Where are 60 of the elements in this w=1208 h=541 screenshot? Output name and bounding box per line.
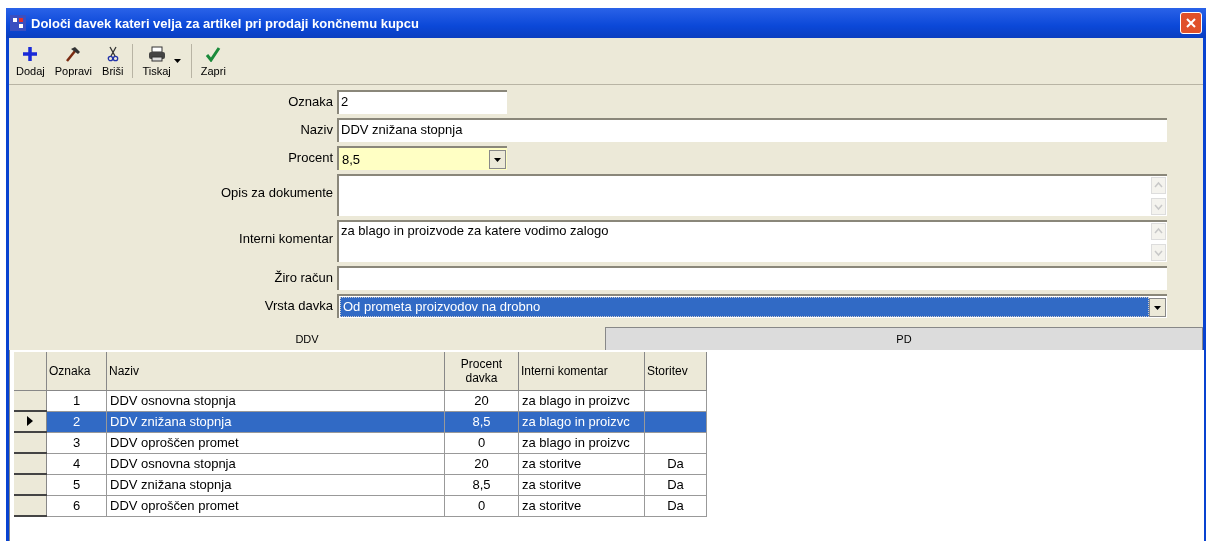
- table-cell: za blago in proizvc: [518, 432, 645, 453]
- table-cell: 8,5: [444, 474, 519, 495]
- field-label: Naziv: [299, 121, 334, 139]
- dropdown-arrow-icon[interactable]: [173, 59, 181, 63]
- table-cell: 6: [46, 495, 107, 516]
- dropdown-field[interactable]: 8,5: [337, 146, 507, 170]
- field-label: Žiro račun: [273, 269, 334, 287]
- toolbar-button[interactable]: Popravi: [49, 43, 98, 79]
- table-cell: [644, 432, 707, 453]
- table-cell: 4: [46, 453, 107, 474]
- hammer-icon: [64, 45, 83, 62]
- table-cell: za storitve: [518, 474, 645, 495]
- field-label: Opis za dokumente: [220, 184, 334, 202]
- field-label: Procent: [287, 149, 334, 167]
- table-cell: DDV osnovna stopnja: [106, 390, 445, 411]
- printer-icon: [147, 45, 166, 62]
- table-cell: DDV oproščen promet: [106, 495, 445, 516]
- table-cell: za blago in proizvc: [518, 390, 645, 411]
- column-header[interactable]: Procent davka: [444, 352, 519, 391]
- input-field[interactable]: DDV znižana stopnja: [337, 118, 1167, 142]
- input-field[interactable]: 2: [337, 90, 507, 114]
- column-header[interactable]: Oznaka: [46, 352, 107, 391]
- close-icon: [1185, 17, 1197, 29]
- table-cell: DDV znižana stopnja: [106, 474, 445, 495]
- table-cell: DDV znižana stopnja: [106, 411, 445, 432]
- column-header[interactable]: Storitev: [644, 352, 707, 391]
- app-icon: [10, 15, 26, 31]
- table-cell: 0: [444, 495, 519, 516]
- column-header[interactable]: Interni komentar: [518, 352, 645, 391]
- table-cell: Da: [644, 474, 707, 495]
- table-cell: 3: [46, 432, 107, 453]
- table-cell: Da: [644, 453, 707, 474]
- toolbar-button[interactable]: Briši: [97, 43, 129, 79]
- scissors-icon: [106, 45, 119, 62]
- table-cell: DDV oproščen promet: [106, 432, 445, 453]
- table-cell: 20: [444, 390, 519, 411]
- plus-icon: [22, 45, 39, 62]
- table-cell: DDV osnovna stopnja: [106, 453, 445, 474]
- table-cell: za storitve: [518, 495, 645, 516]
- table-cell: 0: [444, 432, 519, 453]
- field-label: Vrsta davka: [263, 297, 334, 315]
- tab[interactable]: PD: [605, 327, 1203, 350]
- field-label: Oznaka: [287, 93, 334, 111]
- close-button[interactable]: [1180, 12, 1202, 34]
- table-cell: 5: [46, 474, 107, 495]
- table-cell: 1: [46, 390, 107, 411]
- toolbar-button[interactable]: Zapri: [195, 43, 231, 79]
- toolbar-button[interactable]: Tiskaj: [137, 43, 176, 79]
- field-label: Interni komentar: [238, 230, 334, 248]
- table-cell: [644, 390, 707, 411]
- table-cell: Da: [644, 495, 707, 516]
- toolbar-button[interactable]: Dodaj: [11, 43, 50, 79]
- column-header[interactable]: Naziv: [106, 352, 445, 391]
- table-cell: 20: [444, 453, 519, 474]
- window-title: Določi davek kateri velja za artikel pri prodaji končnemu kupcu: [31, 15, 420, 31]
- table-cell: za storitve: [518, 453, 645, 474]
- checkmark-icon: [205, 45, 222, 62]
- input-field[interactable]: [337, 266, 1167, 290]
- row-pointer-icon: [27, 416, 33, 426]
- dropdown-field[interactable]: Od prometa proizvodov na drobno: [337, 294, 1167, 318]
